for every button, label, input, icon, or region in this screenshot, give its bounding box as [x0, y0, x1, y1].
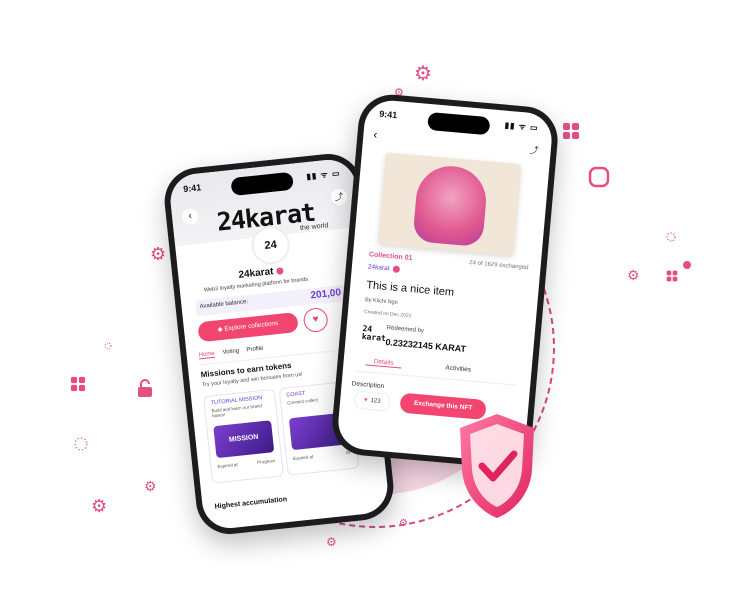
- artwork-figure: [412, 163, 489, 248]
- gear-icon: ⚙: [91, 496, 108, 516]
- tab-activities[interactable]: Activities: [445, 364, 471, 373]
- mission-title: COAST: [286, 390, 306, 399]
- favorite-button[interactable]: ♥: [302, 306, 329, 334]
- grid-icon: [666, 270, 678, 286]
- item-title: This is a nice item: [365, 279, 455, 299]
- grid-icon: [562, 122, 580, 144]
- brand-link[interactable]: 24karat: [368, 263, 400, 273]
- item-author: By Kiichi Ngo: [364, 297, 398, 306]
- verified-icon: [276, 267, 284, 275]
- dot-icon: [683, 257, 691, 273]
- section-title: Highest accumulation: [214, 496, 288, 511]
- rounded-square-icon: [588, 166, 610, 192]
- like-counter[interactable]: ♥ 123: [353, 390, 391, 412]
- brand-name: 24karat: [367, 263, 390, 273]
- lock-icon: [136, 378, 154, 402]
- gear-icon: ⚙: [326, 535, 337, 549]
- balance-label: Available balance:: [199, 299, 249, 311]
- profile-name: 24karat: [238, 265, 284, 281]
- back-icon[interactable]: ‹: [373, 127, 378, 141]
- description-label: Description: [351, 380, 385, 391]
- mission-progress: Progress: [256, 458, 276, 465]
- mission-image: MISSION: [213, 420, 275, 459]
- detail-tabs: Details Activities: [354, 356, 520, 386]
- gear-icon: ⚙: [150, 244, 167, 264]
- redeemed-value: 0.23232145 KARAT: [385, 337, 467, 355]
- profile-tabs: Home Voting Profile: [198, 335, 361, 366]
- mission-expired: Expired at: [292, 454, 314, 462]
- mission-card[interactable]: TUTORIAL MISSION Build and learn our bra…: [203, 388, 284, 484]
- explore-collections-button[interactable]: ◆ Explore collections: [197, 311, 299, 343]
- tab-home[interactable]: Home: [198, 350, 216, 360]
- shield-check-icon: [456, 410, 538, 522]
- redeemed-label: Redeemed by: [386, 325, 425, 335]
- grid-icon: [70, 376, 86, 396]
- collection-label: Collection 01: [368, 251, 413, 263]
- item-created-date: Created on Dec 2021: [363, 309, 412, 320]
- nft-artwork: [377, 152, 522, 256]
- dotted-circle-icon: [104, 338, 112, 354]
- gear-icon: ⚙: [399, 518, 408, 529]
- explore-label: Explore collections: [224, 319, 279, 333]
- dotted-circle-icon: [74, 437, 88, 455]
- status-time: 9:41: [182, 182, 202, 195]
- karat-logo: 24 karat: [361, 324, 387, 344]
- status-icons: ▮▮ ᯤ ▭: [504, 120, 540, 133]
- tab-voting[interactable]: Voting: [222, 348, 239, 356]
- like-count: 123: [370, 397, 381, 405]
- balance-value: 201,00: [309, 287, 342, 302]
- tab-details[interactable]: Details: [365, 357, 402, 369]
- exchanged-count: 24 of 1629 exchanged: [469, 260, 529, 272]
- gear-icon: ⚙: [627, 267, 640, 283]
- gear-icon: ⚙: [144, 478, 157, 494]
- notch: [427, 111, 491, 136]
- verified-icon: [392, 265, 400, 273]
- tab-profile[interactable]: Profile: [246, 346, 264, 354]
- gear-icon: ⚙: [414, 63, 432, 85]
- mission-expired: Expired at: [217, 461, 238, 470]
- share-icon[interactable]: ⤴: [529, 143, 539, 157]
- dotted-circle-icon: [666, 230, 676, 246]
- phone-right-screen: 9:41 ▮▮ ᯤ ▭ ‹ ⤴ Collection 01 24 of 1629…: [336, 98, 554, 464]
- profile-name-text: 24karat: [238, 266, 275, 281]
- brand-subtitle: the world: [299, 222, 329, 233]
- heart-icon: ♥: [363, 397, 368, 404]
- status-time: 9:41: [378, 108, 398, 121]
